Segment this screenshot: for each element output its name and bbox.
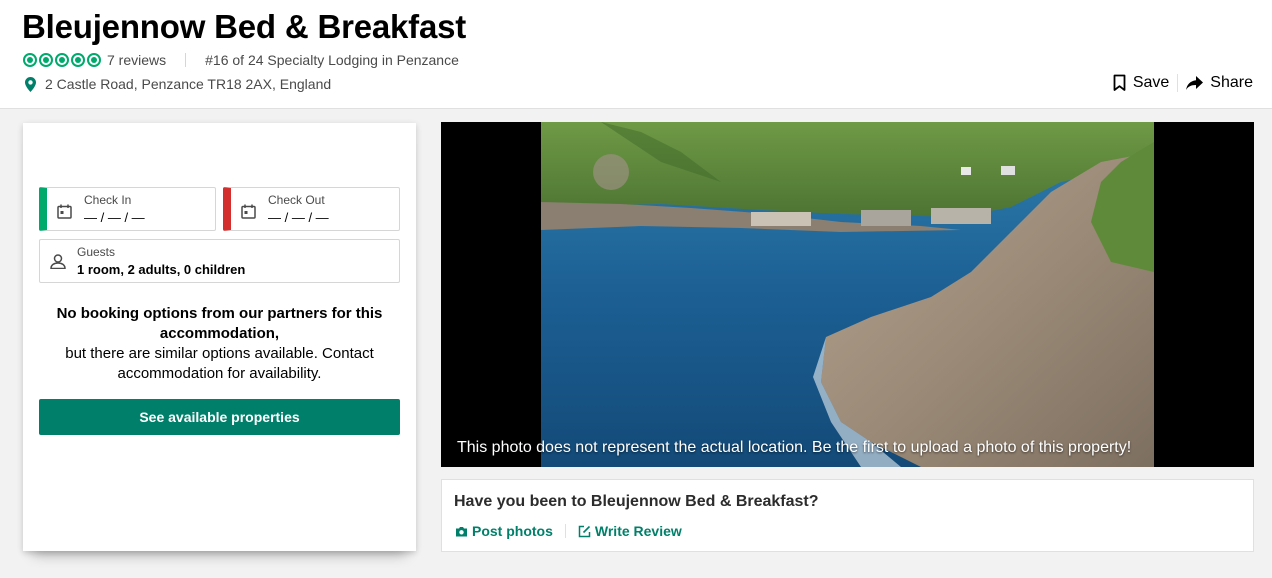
review-question: Have you been to Bleujennow Bed & Breakf… xyxy=(454,493,819,510)
check-in-label: Check In xyxy=(84,193,132,207)
rating-row: 7 reviews #16 of 24 Specialty Lodging in… xyxy=(23,52,459,68)
guests-label: Guests xyxy=(77,245,116,259)
save-button[interactable]: Save xyxy=(1113,74,1169,92)
see-available-properties-button[interactable]: See available properties xyxy=(39,399,400,435)
check-out-value: — / — / — xyxy=(268,210,329,225)
map-pin-icon xyxy=(25,76,36,92)
coastline-photo xyxy=(541,122,1154,467)
no-booking-title: No booking options from our partners for… xyxy=(56,305,383,342)
camera-icon xyxy=(456,526,467,536)
divider xyxy=(1177,74,1179,92)
calendar-icon xyxy=(241,204,256,219)
header-actions: Save Share xyxy=(1113,74,1253,92)
rating-bubble-icon xyxy=(39,53,53,67)
guests-field[interactable]: Guests 1 room, 2 adults, 0 children xyxy=(39,239,400,283)
divider xyxy=(185,53,187,67)
post-photos-link[interactable]: Post photos xyxy=(455,523,553,539)
check-out-label: Check Out xyxy=(268,193,325,207)
bookmark-icon xyxy=(1113,74,1126,91)
no-booking-message: No booking options from our partners for… xyxy=(39,304,400,384)
share-button[interactable]: Share xyxy=(1186,74,1253,92)
review-prompt: Have you been to Bleujennow Bed & Breakf… xyxy=(441,479,1254,552)
rating-bubble-icon xyxy=(23,53,37,67)
rating-bubbles[interactable] xyxy=(23,53,101,67)
person-icon xyxy=(50,254,66,269)
divider xyxy=(564,524,566,538)
calendar-icon xyxy=(57,204,72,219)
check-out-field[interactable]: Check Out — / — / — xyxy=(223,187,400,231)
no-booking-body: but there are similar options available.… xyxy=(65,345,374,382)
rating-bubble-icon xyxy=(87,53,101,67)
rating-bubble-icon xyxy=(55,53,69,67)
reviews-count-link[interactable]: 7 reviews xyxy=(107,52,166,68)
page-title: Bleujennow Bed & Breakfast xyxy=(22,8,467,45)
save-label: Save xyxy=(1132,74,1170,91)
address-text[interactable]: 2 Castle Road, Penzance TR18 2AX, Englan… xyxy=(45,76,331,92)
ranking-text[interactable]: #16 of 24 Specialty Lodging in Penzance xyxy=(205,52,459,68)
photo-caption: This photo does not represent the actual… xyxy=(457,439,1132,456)
address-row: 2 Castle Road, Penzance TR18 2AX, Englan… xyxy=(25,76,331,92)
write-review-link[interactable]: Write Review xyxy=(578,523,682,539)
rating-bubble-icon xyxy=(71,53,85,67)
write-review-label: Write Review xyxy=(594,523,682,539)
share-label: Share xyxy=(1210,74,1253,91)
share-arrow-icon xyxy=(1186,75,1204,90)
check-in-value: — / — / — xyxy=(84,210,145,225)
booking-panel: Check In — / — / — Check Out — / — / — G… xyxy=(23,123,416,551)
guests-value: 1 room, 2 adults, 0 children xyxy=(77,262,246,277)
property-photo[interactable]: This photo does not represent the actual… xyxy=(441,122,1254,467)
review-links: Post photos Write Review xyxy=(455,523,682,539)
check-in-field[interactable]: Check In — / — / — xyxy=(39,187,216,231)
page-header: Bleujennow Bed & Breakfast 7 reviews #16… xyxy=(0,0,1272,109)
post-photos-label: Post photos xyxy=(472,523,553,539)
edit-icon xyxy=(578,525,591,537)
